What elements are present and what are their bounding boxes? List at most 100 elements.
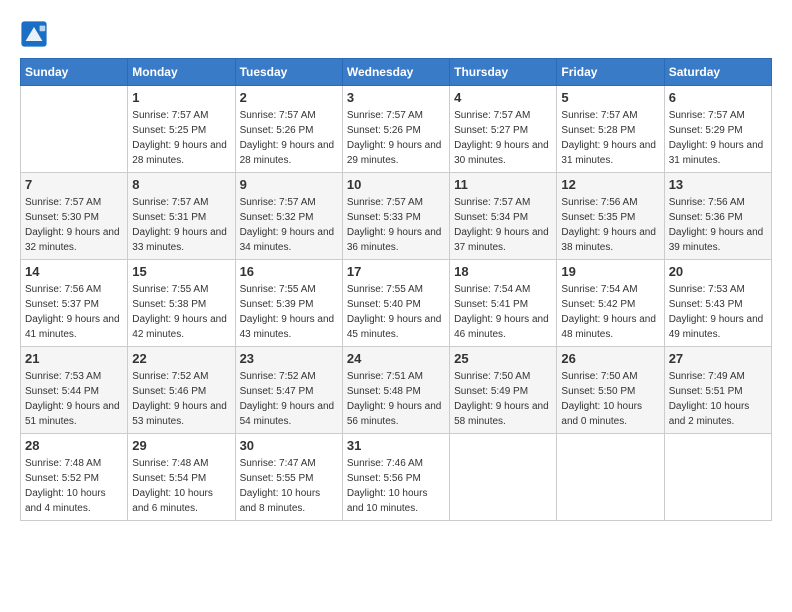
- day-number: 14: [25, 264, 123, 279]
- calendar-cell: 29 Sunrise: 7:48 AMSunset: 5:54 PMDayligh…: [128, 434, 235, 521]
- day-info: Sunrise: 7:55 AMSunset: 5:39 PMDaylight:…: [240, 282, 338, 342]
- calendar-cell: 28 Sunrise: 7:48 AMSunset: 5:52 PMDayligh…: [21, 434, 128, 521]
- day-info: Sunrise: 7:57 AMSunset: 5:25 PMDaylight:…: [132, 108, 230, 168]
- calendar-week-3: 14Sunrise: 7:56 AMSunset: 5:37 PMDayligh…: [21, 260, 772, 347]
- day-number: 31: [347, 438, 445, 453]
- page-header: [20, 20, 772, 48]
- header-saturday: Saturday: [664, 59, 771, 86]
- day-info: Sunrise: 7:57 AMSunset: 5:31 PMDaylight:…: [132, 195, 230, 255]
- calendar-header-row: SundayMondayTuesdayWednesdayThursdayFrid…: [21, 59, 772, 86]
- calendar-cell: 26Sunrise: 7:50 AMSunset: 5:50 PMDayligh…: [557, 347, 664, 434]
- header-friday: Friday: [557, 59, 664, 86]
- day-number: 30: [240, 438, 338, 453]
- calendar-week-2: 7 Sunrise: 7:57 AMSunset: 5:30 PMDaylight…: [21, 173, 772, 260]
- day-info: Sunrise: 7:52 AMSunset: 5:46 PMDaylight:…: [132, 369, 230, 429]
- header-sunday: Sunday: [21, 59, 128, 86]
- day-info: Sunrise: 7:46 AMSunset: 5:56 PMDaylight:…: [347, 456, 445, 516]
- day-number: 22: [132, 351, 230, 366]
- day-info: Sunrise: 7:57 AMSunset: 5:32 PMDaylight:…: [240, 195, 338, 255]
- day-info: Sunrise: 7:52 AMSunset: 5:47 PMDaylight:…: [240, 369, 338, 429]
- calendar-cell: [450, 434, 557, 521]
- day-number: 10: [347, 177, 445, 192]
- day-number: 29: [132, 438, 230, 453]
- calendar-cell: 8 Sunrise: 7:57 AMSunset: 5:31 PMDaylight…: [128, 173, 235, 260]
- day-number: 19: [561, 264, 659, 279]
- day-info: Sunrise: 7:48 AMSunset: 5:52 PMDaylight:…: [25, 456, 123, 516]
- day-number: 8: [132, 177, 230, 192]
- calendar-cell: 3 Sunrise: 7:57 AMSunset: 5:26 PMDaylight…: [342, 86, 449, 173]
- day-number: 1: [132, 90, 230, 105]
- day-info: Sunrise: 7:57 AMSunset: 5:30 PMDaylight:…: [25, 195, 123, 255]
- day-info: Sunrise: 7:51 AMSunset: 5:48 PMDaylight:…: [347, 369, 445, 429]
- calendar-cell: 17 Sunrise: 7:55 AMSunset: 5:40 PMDayligh…: [342, 260, 449, 347]
- day-number: 15: [132, 264, 230, 279]
- logo: [20, 20, 52, 48]
- calendar-cell: 24 Sunrise: 7:51 AMSunset: 5:48 PMDayligh…: [342, 347, 449, 434]
- day-info: Sunrise: 7:55 AMSunset: 5:40 PMDaylight:…: [347, 282, 445, 342]
- day-number: 6: [669, 90, 767, 105]
- calendar-cell: 27 Sunrise: 7:49 AMSunset: 5:51 PMDayligh…: [664, 347, 771, 434]
- calendar-cell: 22 Sunrise: 7:52 AMSunset: 5:46 PMDayligh…: [128, 347, 235, 434]
- day-number: 4: [454, 90, 552, 105]
- calendar-cell: 6 Sunrise: 7:57 AMSunset: 5:29 PMDaylight…: [664, 86, 771, 173]
- day-number: 17: [347, 264, 445, 279]
- calendar-cell: 15 Sunrise: 7:55 AMSunset: 5:38 PMDayligh…: [128, 260, 235, 347]
- day-info: Sunrise: 7:57 AMSunset: 5:33 PMDaylight:…: [347, 195, 445, 255]
- day-info: Sunrise: 7:50 AMSunset: 5:49 PMDaylight:…: [454, 369, 552, 429]
- day-info: Sunrise: 7:57 AMSunset: 5:27 PMDaylight:…: [454, 108, 552, 168]
- day-info: Sunrise: 7:54 AMSunset: 5:41 PMDaylight:…: [454, 282, 552, 342]
- calendar-cell: 10 Sunrise: 7:57 AMSunset: 5:33 PMDayligh…: [342, 173, 449, 260]
- calendar-cell: 30 Sunrise: 7:47 AMSunset: 5:55 PMDayligh…: [235, 434, 342, 521]
- day-number: 20: [669, 264, 767, 279]
- day-info: Sunrise: 7:53 AMSunset: 5:43 PMDaylight:…: [669, 282, 767, 342]
- day-info: Sunrise: 7:55 AMSunset: 5:38 PMDaylight:…: [132, 282, 230, 342]
- day-number: 7: [25, 177, 123, 192]
- day-number: 28: [25, 438, 123, 453]
- calendar-cell: 21 Sunrise: 7:53 AMSunset: 5:44 PMDayligh…: [21, 347, 128, 434]
- day-number: 23: [240, 351, 338, 366]
- calendar-cell: 20 Sunrise: 7:53 AMSunset: 5:43 PMDayligh…: [664, 260, 771, 347]
- calendar-cell: 23 Sunrise: 7:52 AMSunset: 5:47 PMDayligh…: [235, 347, 342, 434]
- day-number: 24: [347, 351, 445, 366]
- day-number: 5: [561, 90, 659, 105]
- day-info: Sunrise: 7:48 AMSunset: 5:54 PMDaylight:…: [132, 456, 230, 516]
- calendar-cell: 9 Sunrise: 7:57 AMSunset: 5:32 PMDaylight…: [235, 173, 342, 260]
- calendar-cell: 1 Sunrise: 7:57 AMSunset: 5:25 PMDaylight…: [128, 86, 235, 173]
- day-number: 13: [669, 177, 767, 192]
- day-number: 9: [240, 177, 338, 192]
- header-wednesday: Wednesday: [342, 59, 449, 86]
- day-info: Sunrise: 7:47 AMSunset: 5:55 PMDaylight:…: [240, 456, 338, 516]
- day-info: Sunrise: 7:53 AMSunset: 5:44 PMDaylight:…: [25, 369, 123, 429]
- calendar-cell: [21, 86, 128, 173]
- day-info: Sunrise: 7:57 AMSunset: 5:28 PMDaylight:…: [561, 108, 659, 168]
- day-info: Sunrise: 7:57 AMSunset: 5:29 PMDaylight:…: [669, 108, 767, 168]
- day-number: 2: [240, 90, 338, 105]
- day-info: Sunrise: 7:57 AMSunset: 5:34 PMDaylight:…: [454, 195, 552, 255]
- calendar-cell: 31 Sunrise: 7:46 AMSunset: 5:56 PMDayligh…: [342, 434, 449, 521]
- calendar-cell: 11Sunrise: 7:57 AMSunset: 5:34 PMDayligh…: [450, 173, 557, 260]
- calendar-cell: 18Sunrise: 7:54 AMSunset: 5:41 PMDayligh…: [450, 260, 557, 347]
- calendar-cell: 25Sunrise: 7:50 AMSunset: 5:49 PMDayligh…: [450, 347, 557, 434]
- day-info: Sunrise: 7:57 AMSunset: 5:26 PMDaylight:…: [347, 108, 445, 168]
- calendar-cell: 7 Sunrise: 7:57 AMSunset: 5:30 PMDaylight…: [21, 173, 128, 260]
- day-info: Sunrise: 7:49 AMSunset: 5:51 PMDaylight:…: [669, 369, 767, 429]
- calendar-week-1: 1 Sunrise: 7:57 AMSunset: 5:25 PMDaylight…: [21, 86, 772, 173]
- calendar-table: SundayMondayTuesdayWednesdayThursdayFrid…: [20, 58, 772, 521]
- day-info: Sunrise: 7:57 AMSunset: 5:26 PMDaylight:…: [240, 108, 338, 168]
- logo-icon: [20, 20, 48, 48]
- calendar-cell: 13Sunrise: 7:56 AMSunset: 5:36 PMDayligh…: [664, 173, 771, 260]
- day-number: 12: [561, 177, 659, 192]
- day-number: 3: [347, 90, 445, 105]
- day-number: 16: [240, 264, 338, 279]
- calendar-cell: 2 Sunrise: 7:57 AMSunset: 5:26 PMDaylight…: [235, 86, 342, 173]
- day-info: Sunrise: 7:54 AMSunset: 5:42 PMDaylight:…: [561, 282, 659, 342]
- header-thursday: Thursday: [450, 59, 557, 86]
- calendar-cell: [557, 434, 664, 521]
- day-number: 26: [561, 351, 659, 366]
- calendar-cell: 5 Sunrise: 7:57 AMSunset: 5:28 PMDaylight…: [557, 86, 664, 173]
- calendar-week-5: 28 Sunrise: 7:48 AMSunset: 5:52 PMDayligh…: [21, 434, 772, 521]
- calendar-cell: 12Sunrise: 7:56 AMSunset: 5:35 PMDayligh…: [557, 173, 664, 260]
- calendar-cell: 16 Sunrise: 7:55 AMSunset: 5:39 PMDayligh…: [235, 260, 342, 347]
- day-number: 21: [25, 351, 123, 366]
- day-number: 27: [669, 351, 767, 366]
